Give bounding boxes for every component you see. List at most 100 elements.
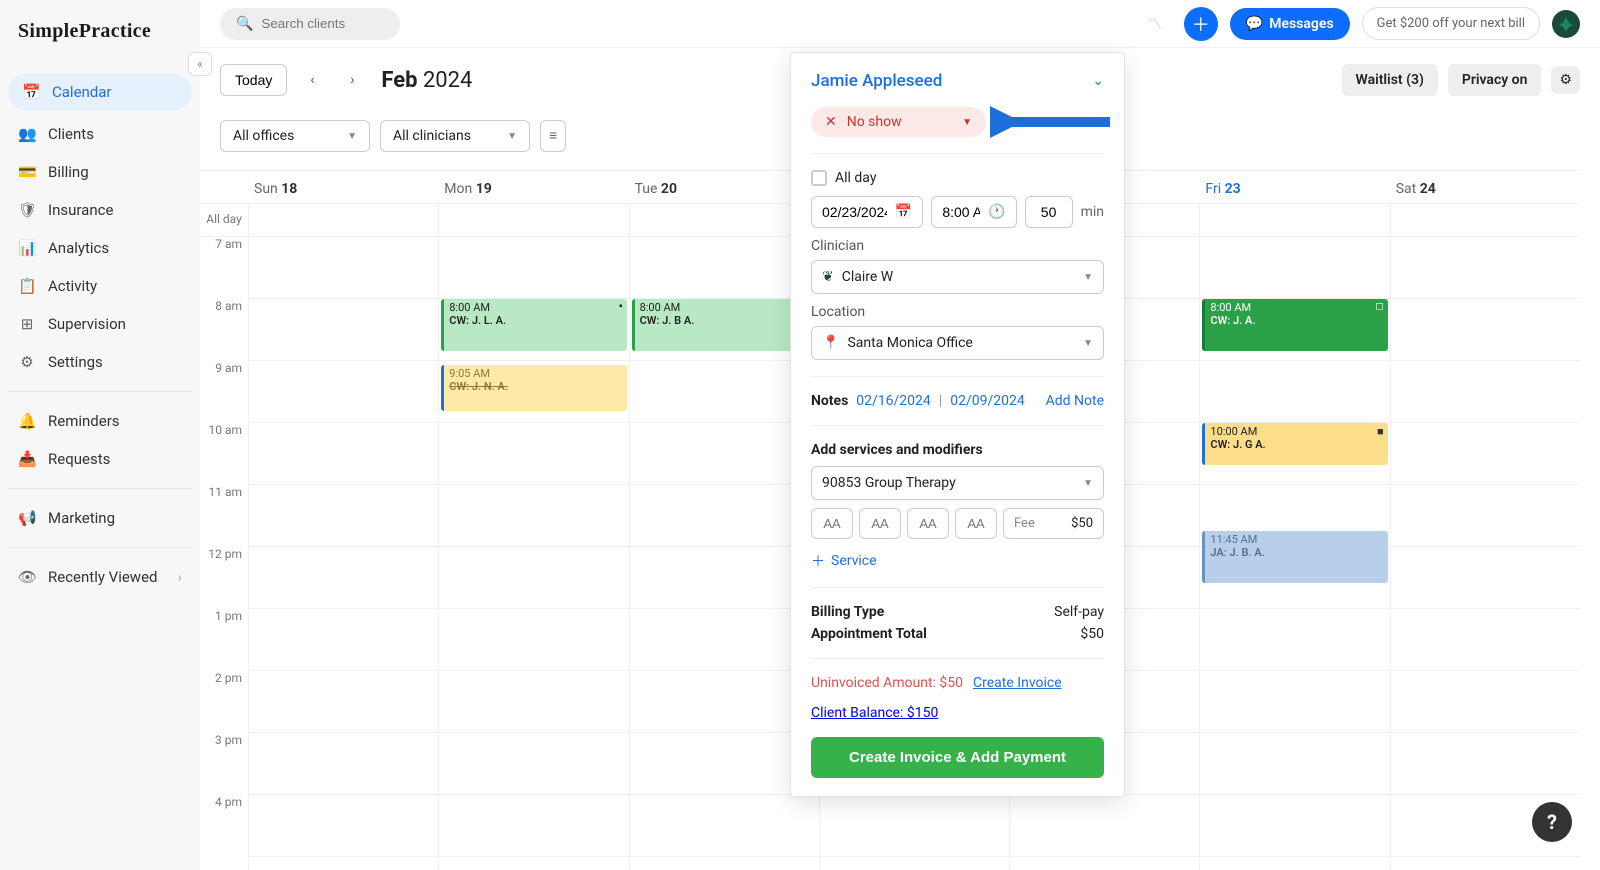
appointment-event[interactable]: 10:00 AMCW: J. G A.■ (1202, 423, 1387, 465)
nav-clients[interactable]: 👥Clients (0, 115, 200, 153)
chat-icon: 💬 (1246, 16, 1263, 32)
nav-recently-viewed[interactable]: 👁Recently Viewed› (0, 558, 200, 596)
next-button[interactable]: › (337, 65, 367, 95)
calendar-settings-button[interactable]: ⚙ (1551, 66, 1580, 94)
note-link[interactable]: 02/16/2024 (856, 393, 931, 409)
nav-label: Recently Viewed (48, 568, 158, 586)
clinician-select[interactable]: ❦Claire W▼ (811, 260, 1104, 294)
month-label: Feb 2024 (381, 68, 472, 93)
search-input[interactable]: 🔍 (220, 8, 400, 40)
time-input[interactable] (942, 204, 980, 220)
note-link[interactable]: 02/09/2024 (950, 393, 1025, 409)
add-button[interactable]: ＋ (1184, 7, 1218, 41)
modifier-input[interactable] (811, 508, 853, 539)
allday-cell[interactable] (1199, 204, 1389, 236)
event-time: 10:00 AM (1210, 425, 1382, 438)
clinicians-filter[interactable]: All clinicians▼ (380, 120, 530, 152)
hour-label: 10 am (200, 423, 248, 485)
divider (8, 488, 192, 489)
add-note-link[interactable]: Add Note (1046, 393, 1104, 409)
help-button[interactable]: ? (1532, 802, 1572, 842)
activity-chart-icon[interactable]: 〽 (1138, 7, 1172, 41)
duration-field[interactable] (1025, 196, 1073, 228)
day-column-mon[interactable]: 8:00 AMCW: J. L. A.▪ 9:05 AMCW: J. N. A. (438, 237, 628, 870)
appointment-event[interactable]: 8:00 AMCW: J. A.◻ (1202, 299, 1387, 351)
appointment-event[interactable]: 11:45 AMJA: J. B. A. (1202, 531, 1387, 583)
client-name-link[interactable]: Jamie Appleseed (811, 71, 942, 91)
user-avatar[interactable] (1552, 10, 1580, 38)
plus-icon: ＋ (811, 551, 825, 571)
nav-supervision[interactable]: ⊞Supervision (0, 305, 200, 343)
hour-label: 12 pm (200, 547, 248, 609)
nav-label: Requests (48, 450, 110, 468)
allday-cell[interactable] (438, 204, 628, 236)
event-time: 8:00 AM (640, 301, 812, 314)
caret-down-icon: ▼ (1083, 478, 1093, 489)
nav-label: Activity (48, 277, 97, 295)
modifier-input[interactable] (859, 508, 901, 539)
add-service-label: Service (831, 553, 877, 569)
today-button[interactable]: Today (220, 64, 287, 96)
location-select[interactable]: 📍Santa Monica Office▼ (811, 326, 1104, 360)
messages-button[interactable]: 💬Messages (1230, 8, 1350, 40)
nav-marketing[interactable]: 📢Marketing (0, 499, 200, 537)
allday-cell[interactable] (248, 204, 438, 236)
appt-total-value: $50 (1080, 626, 1104, 642)
day-column-sun[interactable] (248, 237, 438, 870)
client-balance-link[interactable]: Client Balance: $150 (811, 705, 938, 721)
status-dropdown[interactable]: ✕ No show ▼ (811, 107, 986, 137)
nav-insurance[interactable]: 🛡Insurance (0, 191, 200, 229)
fee-field[interactable]: Fee$50 (1003, 508, 1104, 539)
billing-type-value: Self-pay (1054, 604, 1104, 620)
collapse-flyout-icon[interactable]: ⌄ (1092, 73, 1104, 89)
service-select[interactable]: 90853 Group Therapy ▼ (811, 466, 1104, 500)
duration-input[interactable] (1035, 204, 1063, 220)
prev-button[interactable]: ‹ (297, 65, 327, 95)
waitlist-chip[interactable]: Waitlist (3) (1342, 64, 1438, 96)
divider (8, 547, 192, 548)
clock-icon: 🕐 (988, 204, 1005, 220)
notes-label: Notes (811, 393, 848, 409)
service-value: 90853 Group Therapy (822, 475, 956, 491)
date-field[interactable]: 📅 (811, 196, 923, 228)
nav-activity[interactable]: 📋Activity (0, 267, 200, 305)
caret-down-icon: ▼ (347, 131, 357, 142)
time-column: 7 am 8 am 9 am 10 am 11 am 12 pm 1 pm 2 … (200, 237, 248, 870)
event-title: CW: J. G A. (1210, 438, 1382, 451)
nav-analytics[interactable]: 📊Analytics (0, 229, 200, 267)
day-column-fri[interactable]: 8:00 AMCW: J. A.◻ 10:00 AMCW: J. G A.■ 1… (1199, 237, 1389, 870)
day-header-fri: Fri 23 (1199, 171, 1389, 203)
leaf-icon: ❦ (822, 269, 834, 285)
nav-requests[interactable]: 📥Requests (0, 440, 200, 478)
add-service-button[interactable]: ＋ Service (811, 551, 1104, 571)
allday-cell[interactable] (1390, 204, 1580, 236)
nav-settings[interactable]: ⚙Settings (0, 343, 200, 381)
search-field[interactable] (261, 16, 438, 31)
appointment-event-cancelled[interactable]: 9:05 AMCW: J. N. A. (441, 365, 626, 411)
promo-chip[interactable]: Get $200 off your next bill (1362, 7, 1540, 40)
offices-filter[interactable]: All offices▼ (220, 120, 370, 152)
modifier-input[interactable] (907, 508, 949, 539)
allday-checkbox[interactable] (811, 170, 827, 186)
nav-label: Supervision (48, 315, 126, 333)
time-field[interactable]: 🕐 (931, 196, 1016, 228)
create-invoice-payment-button[interactable]: Create Invoice & Add Payment (811, 737, 1104, 778)
chart-icon: 📊 (18, 239, 36, 257)
status-label: No show (847, 114, 902, 130)
create-invoice-link[interactable]: Create Invoice (973, 675, 1062, 691)
hour-label: 3 pm (200, 733, 248, 795)
nav-calendar[interactable]: 📅Calendar (8, 73, 192, 111)
allday-label: All day (200, 204, 248, 236)
calendar-icon: 📅 (895, 204, 912, 220)
x-icon: ✕ (825, 114, 837, 130)
note-icon: ◻ (1375, 301, 1383, 312)
nav-reminders[interactable]: 🔔Reminders (0, 402, 200, 440)
modifier-input[interactable] (955, 508, 997, 539)
day-column-sat[interactable] (1390, 237, 1580, 870)
privacy-toggle[interactable]: Privacy on (1448, 64, 1542, 96)
collapse-sidebar-button[interactable]: « (188, 52, 212, 76)
filter-settings-button[interactable]: ≡ (540, 120, 566, 152)
appointment-event[interactable]: 8:00 AMCW: J. L. A.▪ (441, 299, 626, 351)
date-input[interactable] (822, 204, 887, 220)
nav-billing[interactable]: 💳Billing (0, 153, 200, 191)
